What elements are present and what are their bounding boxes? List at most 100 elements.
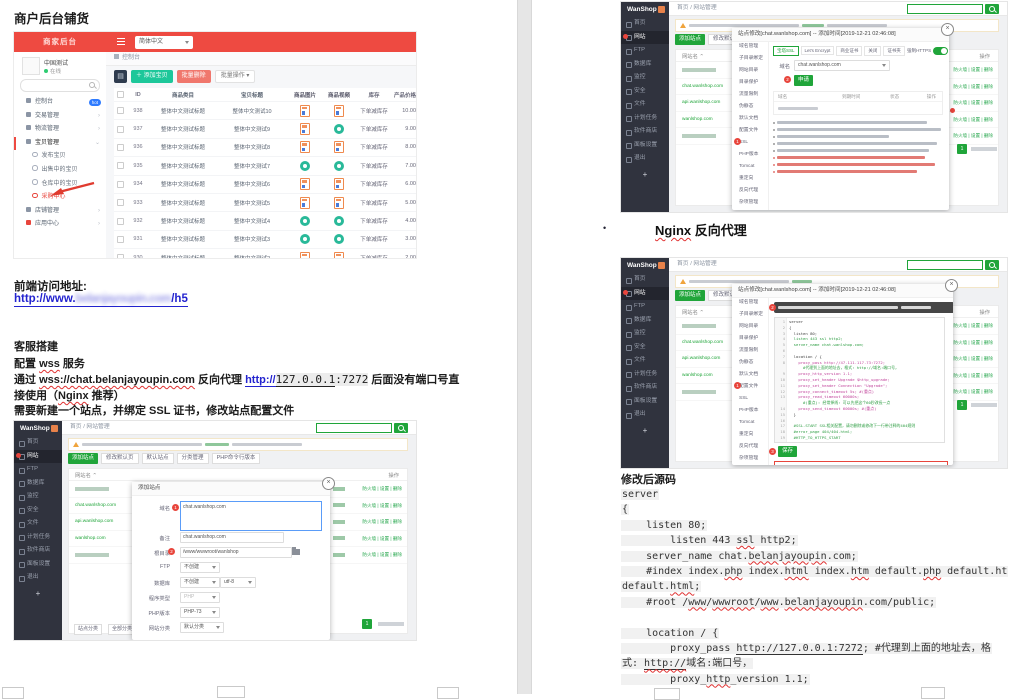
bt-sidebar-item[interactable]: 网站 <box>621 31 669 45</box>
site-row-actions[interactable]: 防火墙 | 设置 | 删除 <box>953 340 993 346</box>
https-toggle[interactable] <box>933 47 948 55</box>
bt-sidebar-item[interactable]: FTP <box>14 463 62 477</box>
sidebar-menu-item[interactable]: 控制台 hot <box>14 96 106 110</box>
site-row-actions[interactable]: 防火墙 | 设置 | 删除 <box>362 519 402 525</box>
default-site-button[interactable]: 默认站点 <box>142 453 174 464</box>
site-row-actions[interactable]: 防火墙 | 设置 | 删除 <box>953 84 993 90</box>
bt-search-input[interactable] <box>907 4 983 14</box>
row-checkbox[interactable] <box>117 126 124 133</box>
language-select[interactable]: 简体中文 <box>135 36 193 49</box>
site-row-actions[interactable]: 防火墙 | 设置 | 删除 <box>953 323 993 329</box>
frontend-link[interactable]: http://www.belanjayoupin.com/h5 <box>14 293 188 307</box>
bt-search-input[interactable] <box>907 260 983 270</box>
site-row-actions[interactable]: 防火墙 | 设置 | 删除 <box>953 373 993 379</box>
bt-plus-button[interactable]: + <box>621 170 669 179</box>
ssl-tab[interactable]: 关闭 <box>864 46 881 56</box>
bt-sidebar-item[interactable]: 计划任务 <box>621 368 669 382</box>
row-checkbox[interactable] <box>117 236 124 243</box>
site-row-actions[interactable]: 防火墙 | 设置 | 删除 <box>953 100 993 106</box>
sidebar-search-input[interactable] <box>20 79 100 92</box>
bt-sidebar-item[interactable]: 数据库 <box>621 58 669 72</box>
bt-search-button[interactable] <box>394 423 408 433</box>
site-name-link[interactable]: chat.wanlshop.com <box>75 503 116 508</box>
add-site-button[interactable]: 添加站点 <box>675 34 705 45</box>
dialog-tab[interactable]: 流量限制 <box>732 345 768 357</box>
site-row-actions[interactable]: 防火墙 | 设置 | 删除 <box>953 133 993 139</box>
more-actions-button[interactable]: 批量操作 ▾ <box>215 70 256 83</box>
dialog-tab[interactable]: 反向代理 <box>732 185 768 197</box>
dialog-tab[interactable]: 网站目录 <box>732 65 768 77</box>
site-name-link[interactable]: api.wanlshop.com <box>75 519 113 524</box>
bt-sidebar-item[interactable]: 数据库 <box>14 477 62 491</box>
dialog-tab[interactable]: 配置文件 <box>732 125 768 137</box>
site-row-actions[interactable]: 防火墙 | 设置 | 删除 <box>953 67 993 73</box>
dialog-tab[interactable]: 目录保护 <box>732 333 768 345</box>
site-name-link[interactable]: api.wanlshop.com <box>682 100 720 105</box>
apply-button[interactable]: 申请 <box>794 75 813 86</box>
cat-select[interactable]: 默认分类 <box>180 622 224 633</box>
row-checkbox[interactable] <box>117 181 124 188</box>
bt-sidebar-item[interactable]: 监控 <box>621 71 669 85</box>
dialog-tab[interactable]: 默认文档 <box>732 369 768 381</box>
bt-sidebar-item[interactable]: 网站 <box>621 287 669 301</box>
http-link[interactable]: http:// <box>245 374 276 387</box>
bt-sidebar-item[interactable]: 软件商店 <box>621 381 669 395</box>
site-name-link[interactable]: chat.wanlshop.com <box>682 340 723 345</box>
ftp-select[interactable]: 不创建 <box>180 562 220 573</box>
row-checkbox[interactable] <box>117 144 124 151</box>
charset-select[interactable]: utf-8 <box>220 577 256 588</box>
close-icon[interactable] <box>941 23 954 36</box>
dialog-tab[interactable]: 目录保护 <box>732 77 768 89</box>
bt-sidebar-item[interactable]: 数据库 <box>621 314 669 328</box>
root-input[interactable]: /www/wwwroot/wanlshop <box>180 547 292 558</box>
dialog-tab[interactable]: Tomcat <box>732 417 768 429</box>
row-checkbox[interactable] <box>117 107 124 114</box>
ssl-domain-select[interactable]: chat.wanlshop.com <box>794 60 890 71</box>
bt-sidebar-item[interactable]: 面板设置 <box>621 395 669 409</box>
grid-icon-button[interactable]: ▤ <box>114 70 127 83</box>
dialog-tab[interactable]: 网站目录 <box>732 321 768 333</box>
dialog-tab[interactable]: 子目录绑定 <box>732 53 768 65</box>
site-name-link[interactable]: wanlshop.com <box>682 373 713 378</box>
row-checkbox[interactable] <box>117 199 124 206</box>
dialog-tab[interactable]: 伪静态 <box>732 101 768 113</box>
bt-sidebar-item[interactable]: 软件商店 <box>14 544 62 558</box>
batch-delete-button[interactable]: 批量删除 <box>177 70 211 83</box>
close-icon[interactable] <box>945 279 958 292</box>
ssl-tab[interactable]: 商业证书 <box>836 46 862 56</box>
bt-sidebar-item[interactable]: 文件 <box>14 517 62 531</box>
dialog-tab[interactable]: 杂项管理 <box>732 197 768 209</box>
bt-sidebar-item[interactable]: 安全 <box>14 504 62 518</box>
bt-search-button[interactable] <box>985 4 999 14</box>
dialog-tab[interactable]: 重定向 <box>732 429 768 441</box>
sidebar-menu-item[interactable]: 发布宝贝 <box>14 150 106 164</box>
dialog-tab[interactable]: 伪静态 <box>732 357 768 369</box>
site-row-actions[interactable]: 防火墙 | 设置 | 删除 <box>362 503 402 509</box>
ssl-tab[interactable]: 宝塔SSL <box>773 46 799 56</box>
bt-sidebar-item[interactable]: FTP <box>621 44 669 58</box>
site-row-actions[interactable]: 防火墙 | 设置 | 删除 <box>953 117 993 123</box>
row-checkbox[interactable] <box>117 218 124 225</box>
domain-textarea[interactable]: chat.wanlshop.com <box>180 501 322 531</box>
hamburger-icon[interactable] <box>117 38 125 39</box>
type-select[interactable]: PHP <box>180 592 220 603</box>
bt-sidebar-item[interactable]: 退出 <box>14 571 62 585</box>
dialog-tab[interactable]: 杂项管理 <box>732 453 768 465</box>
dialog-tab[interactable]: 默认文档 <box>732 113 768 125</box>
bt-sidebar-item[interactable]: 监控 <box>14 490 62 504</box>
bt-sidebar-item[interactable]: 文件 <box>621 354 669 368</box>
note-input[interactable]: chat.wanlshop.com <box>180 532 284 543</box>
dialog-tab[interactable]: 重定向 <box>732 173 768 185</box>
bt-sidebar-item[interactable]: 监控 <box>621 327 669 341</box>
bt-sidebar-item[interactable]: 文件 <box>621 98 669 112</box>
db-select[interactable]: 不创建 <box>180 577 220 588</box>
bt-plus-button[interactable]: + <box>621 426 669 435</box>
add-site-button[interactable]: 添加站点 <box>675 290 705 301</box>
sidebar-menu-item[interactable]: 物流管理 › <box>14 123 106 137</box>
site-row-actions[interactable]: 防火墙 | 设置 | 删除 <box>953 356 993 362</box>
folder-icon[interactable] <box>292 549 300 555</box>
bt-sidebar-item[interactable]: 首页 <box>621 273 669 287</box>
site-name-link[interactable]: api.wanlshop.com <box>682 356 720 361</box>
bt-sidebar-item[interactable]: 退出 <box>621 408 669 422</box>
dialog-tab[interactable]: SSL <box>732 393 768 405</box>
